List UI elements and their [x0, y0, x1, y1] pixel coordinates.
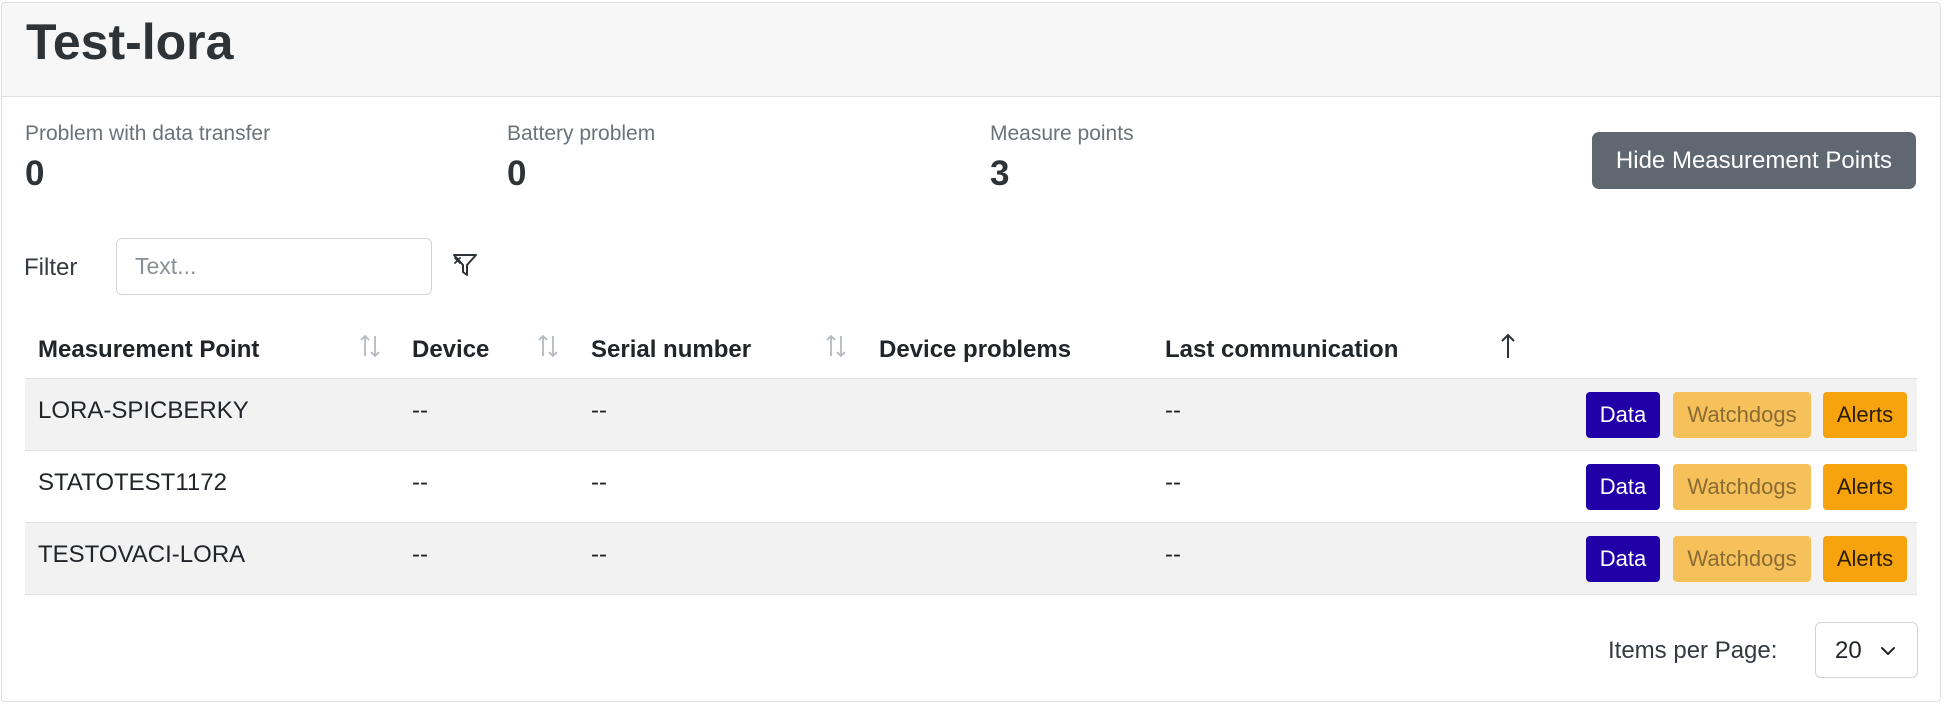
stat-value: 0	[25, 154, 45, 193]
sort-ascending-icon[interactable]	[1495, 332, 1521, 360]
alerts-button[interactable]: Alerts	[1823, 392, 1907, 438]
cell-last-communication: --	[1165, 397, 1181, 424]
cell-device: --	[412, 397, 428, 424]
cell-serial: --	[591, 469, 607, 496]
stat-battery: Battery problem 0	[507, 122, 655, 194]
filter-input[interactable]	[116, 238, 432, 295]
table-header: Measurement Point Device Serial number D…	[25, 318, 1917, 379]
data-button[interactable]: Data	[1586, 536, 1660, 582]
cell-measurement-point: TESTOVACI-LORA	[38, 541, 246, 568]
col-device[interactable]: Device	[412, 336, 489, 364]
cell-last-communication: --	[1165, 541, 1181, 568]
stat-value: 0	[507, 154, 527, 193]
cell-serial: --	[591, 541, 607, 568]
cell-device: --	[412, 469, 428, 496]
cell-last-communication: --	[1165, 469, 1181, 496]
table-row: STATOTEST1172 -- -- -- Data Watchdogs Al…	[25, 451, 1917, 523]
chevron-down-icon	[1881, 647, 1895, 655]
table-row: TESTOVACI-LORA -- -- -- Data Watchdogs A…	[25, 523, 1917, 595]
watchdogs-button[interactable]: Watchdogs	[1673, 536, 1811, 582]
sort-icon[interactable]	[823, 332, 849, 360]
stat-value: 3	[990, 154, 1010, 193]
stat-label: Problem with data transfer	[25, 122, 271, 145]
cell-device: --	[412, 541, 428, 568]
watchdogs-button[interactable]: Watchdogs	[1673, 392, 1811, 438]
cell-serial: --	[591, 397, 607, 424]
alerts-button[interactable]: Alerts	[1823, 536, 1907, 582]
col-device-problems: Device problems	[879, 336, 1072, 363]
filter-icon[interactable]	[450, 250, 480, 280]
items-per-page-label: Items per Page:	[1608, 637, 1778, 664]
data-button[interactable]: Data	[1586, 392, 1660, 438]
col-serial-number[interactable]: Serial number	[591, 336, 751, 364]
table-row: LORA-SPICBERKY -- -- -- Data Watchdogs A…	[25, 379, 1917, 451]
card-header: Test-lora	[2, 3, 1940, 97]
items-per-page-value: 20	[1835, 637, 1862, 664]
cell-measurement-point: STATOTEST1172	[38, 469, 227, 496]
stat-measure-points: Measure points 3	[990, 122, 1134, 194]
filter-label: Filter	[24, 254, 78, 281]
items-per-page-select[interactable]: 20	[1815, 622, 1918, 678]
page-title: Test-lora	[26, 14, 234, 70]
cell-measurement-point: LORA-SPICBERKY	[38, 397, 249, 424]
col-measurement-point[interactable]: Measurement Point	[38, 336, 259, 364]
stat-label: Battery problem	[507, 122, 656, 145]
watchdogs-button[interactable]: Watchdogs	[1673, 464, 1811, 510]
stat-label: Measure points	[990, 122, 1134, 145]
col-last-communication[interactable]: Last communication	[1165, 336, 1398, 364]
alerts-button[interactable]: Alerts	[1823, 464, 1907, 510]
stat-data-transfer: Problem with data transfer 0	[25, 122, 270, 194]
sort-icon[interactable]	[357, 332, 383, 360]
hide-measurement-points-button[interactable]: Hide Measurement Points	[1592, 132, 1916, 189]
sort-icon[interactable]	[535, 332, 561, 360]
data-button[interactable]: Data	[1586, 464, 1660, 510]
